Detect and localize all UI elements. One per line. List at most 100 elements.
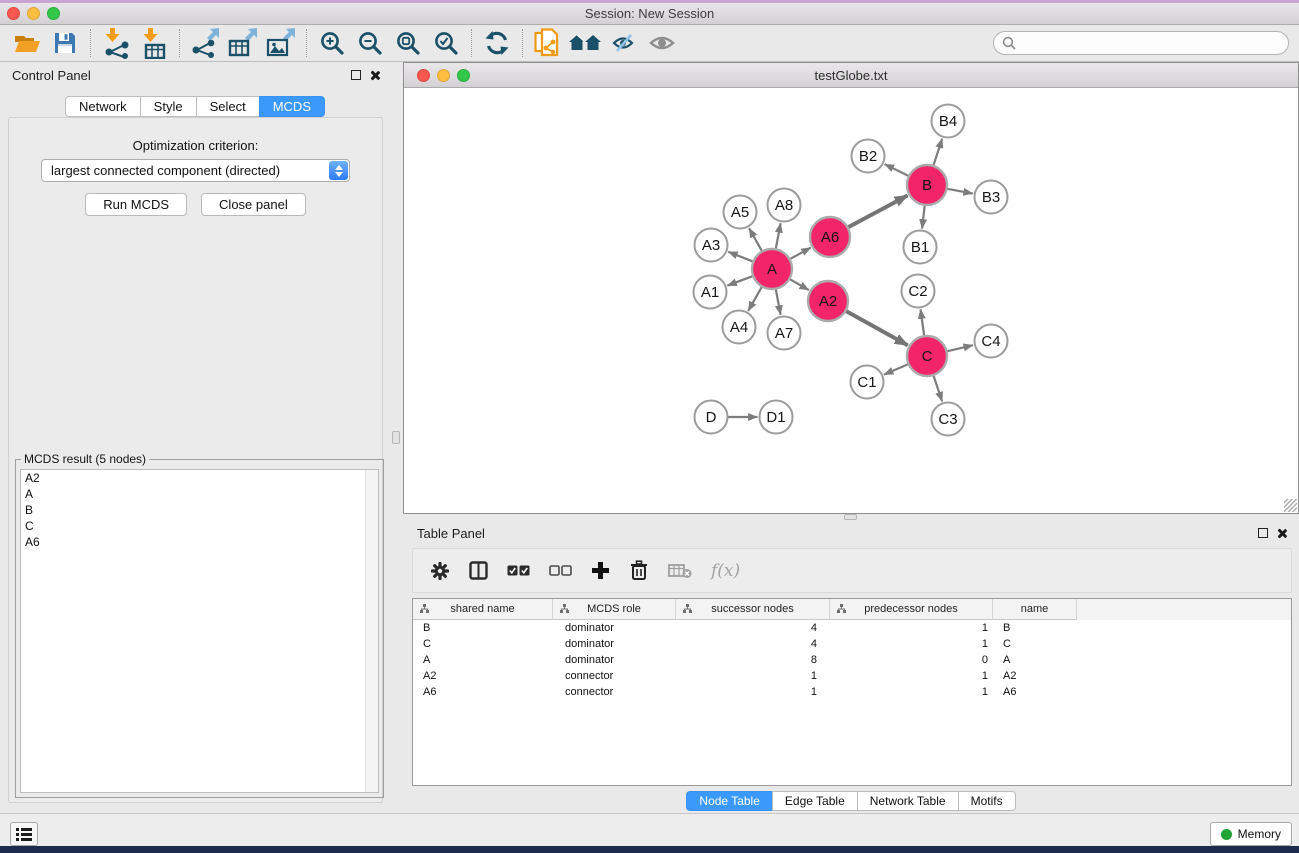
network-canvas[interactable]: B4B2BB3A8A5A6A3B1AA1C2A2A4A7C4CC1DD1C3: [404, 88, 1298, 513]
result-list-item[interactable]: A2: [21, 470, 378, 486]
graph-edge-A-A3[interactable]: [728, 252, 753, 262]
splitter-handle[interactable]: [392, 431, 400, 444]
add-column-button[interactable]: [591, 561, 610, 580]
graph-node-A[interactable]: A: [752, 249, 792, 289]
table-row[interactable]: A2connector11A2: [413, 668, 1291, 684]
result-list-item[interactable]: C: [21, 518, 378, 534]
hide-selected-button[interactable]: [605, 27, 643, 59]
float-panel-icon[interactable]: [351, 70, 361, 80]
tab-network-table[interactable]: Network Table: [857, 791, 959, 811]
first-neighbors-button[interactable]: [567, 27, 605, 59]
export-table-button[interactable]: [224, 27, 262, 59]
graph-node-A5[interactable]: A5: [724, 196, 757, 229]
graph-edge-B-B1[interactable]: [922, 205, 925, 229]
tab-node-table[interactable]: Node Table: [686, 791, 773, 811]
zoom-fit-button[interactable]: [389, 27, 427, 59]
graph-node-C[interactable]: C: [907, 336, 947, 376]
graph-edge-C-C1[interactable]: [884, 364, 909, 375]
graph-edge-A6-B[interactable]: [848, 195, 908, 227]
export-image-button[interactable]: [262, 27, 300, 59]
tab-style[interactable]: Style: [140, 96, 197, 117]
import-table-button[interactable]: [135, 27, 173, 59]
graph-edge-B-B4[interactable]: [933, 139, 942, 166]
delete-table-button[interactable]: [668, 563, 692, 579]
table-settings-button[interactable]: [430, 561, 450, 581]
open-session-button[interactable]: [8, 27, 46, 59]
deselect-all-button[interactable]: [549, 565, 572, 576]
save-session-button[interactable]: [46, 27, 84, 59]
tab-motifs[interactable]: Motifs: [958, 791, 1016, 811]
table-row[interactable]: Adominator80A: [413, 652, 1291, 668]
graph-node-A6[interactable]: A6: [810, 217, 850, 257]
close-panel-icon[interactable]: [369, 70, 380, 81]
graph-edge-A-A4[interactable]: [748, 286, 762, 311]
table-row[interactable]: Cdominator41C: [413, 636, 1291, 652]
zoom-selected-button[interactable]: [427, 27, 465, 59]
graph-edge-A-A7[interactable]: [776, 289, 781, 315]
graph-node-A2[interactable]: A2: [808, 281, 848, 321]
graph-node-B[interactable]: B: [907, 165, 947, 205]
graph-node-C1[interactable]: C1: [851, 366, 884, 399]
show-columns-button[interactable]: [469, 561, 488, 580]
zoom-window-button[interactable]: [47, 7, 60, 20]
window-resize-grip[interactable]: [1284, 499, 1297, 512]
graph-edge-B-B2[interactable]: [885, 164, 909, 176]
graph-edge-C-C2[interactable]: [921, 309, 925, 336]
graph-edge-A-A1[interactable]: [727, 276, 753, 286]
graph-node-A7[interactable]: A7: [768, 317, 801, 350]
column-header-name[interactable]: name: [993, 599, 1077, 620]
search-field[interactable]: [993, 31, 1289, 55]
run-mcds-button[interactable]: Run MCDS: [85, 193, 187, 216]
column-header-predecessor-nodes[interactable]: predecessor nodes: [830, 599, 993, 620]
column-header-MCDS-role[interactable]: MCDS role: [553, 599, 676, 620]
close-window-button[interactable]: [7, 7, 20, 20]
zoom-in-button[interactable]: [313, 27, 351, 59]
table-row[interactable]: A6connector11A6: [413, 684, 1291, 700]
graph-node-A3[interactable]: A3: [695, 229, 728, 262]
graph-node-D1[interactable]: D1: [760, 401, 793, 434]
result-list-item[interactable]: A: [21, 486, 378, 502]
result-scrollbar[interactable]: [365, 470, 378, 792]
graph-edge-A-A5[interactable]: [749, 228, 762, 251]
delete-column-button[interactable]: [629, 560, 649, 581]
network-minimize-button[interactable]: [437, 69, 450, 82]
tab-mcds[interactable]: MCDS: [259, 96, 325, 117]
graph-edge-A-A6[interactable]: [790, 248, 811, 260]
function-builder-button[interactable]: f(x): [711, 561, 740, 581]
graph-node-A8[interactable]: A8: [768, 189, 801, 222]
graph-node-B3[interactable]: B3: [975, 181, 1008, 214]
graph-node-C4[interactable]: C4: [975, 325, 1008, 358]
graph-edge-A-A8[interactable]: [776, 223, 781, 249]
graph-edge-B-B3[interactable]: [947, 189, 973, 194]
graph-node-A1[interactable]: A1: [694, 276, 727, 309]
column-header-shared-name[interactable]: shared name: [413, 599, 553, 620]
graph-node-B2[interactable]: B2: [852, 140, 885, 173]
graph-node-D[interactable]: D: [695, 401, 728, 434]
minimize-window-button[interactable]: [27, 7, 40, 20]
vertical-splitter[interactable]: [390, 62, 403, 813]
search-input[interactable]: [1021, 36, 1271, 50]
optimization-select[interactable]: largest connected component (directed): [41, 159, 350, 182]
graph-node-C2[interactable]: C2: [902, 275, 935, 308]
network-window-titlebar[interactable]: testGlobe.txt: [404, 63, 1298, 88]
graph-edge-A2-C[interactable]: [845, 311, 907, 346]
graph-node-C3[interactable]: C3: [932, 403, 965, 436]
tab-network[interactable]: Network: [65, 96, 141, 117]
zoom-out-button[interactable]: [351, 27, 389, 59]
result-list-item[interactable]: B: [21, 502, 378, 518]
graph-edge-C-C3[interactable]: [933, 375, 942, 401]
network-zoom-button[interactable]: [457, 69, 470, 82]
mcds-result-list[interactable]: A2ABCA6: [20, 469, 379, 793]
column-header-successor-nodes[interactable]: successor nodes: [676, 599, 830, 620]
refresh-button[interactable]: [478, 27, 516, 59]
new-network-from-selection-button[interactable]: [529, 27, 567, 59]
float-panel-icon[interactable]: [1258, 528, 1268, 538]
export-network-button[interactable]: [186, 27, 224, 59]
graph-edge-C-C4[interactable]: [946, 345, 973, 351]
task-history-button[interactable]: [10, 822, 38, 846]
show-all-button[interactable]: [643, 27, 681, 59]
graph-edge-A-A2[interactable]: [789, 279, 809, 290]
select-all-button[interactable]: [507, 565, 530, 576]
result-list-item[interactable]: A6: [21, 534, 378, 550]
network-graph[interactable]: B4B2BB3A8A5A6A3B1AA1C2A2A4A7C4CC1DD1C3: [404, 88, 1298, 513]
